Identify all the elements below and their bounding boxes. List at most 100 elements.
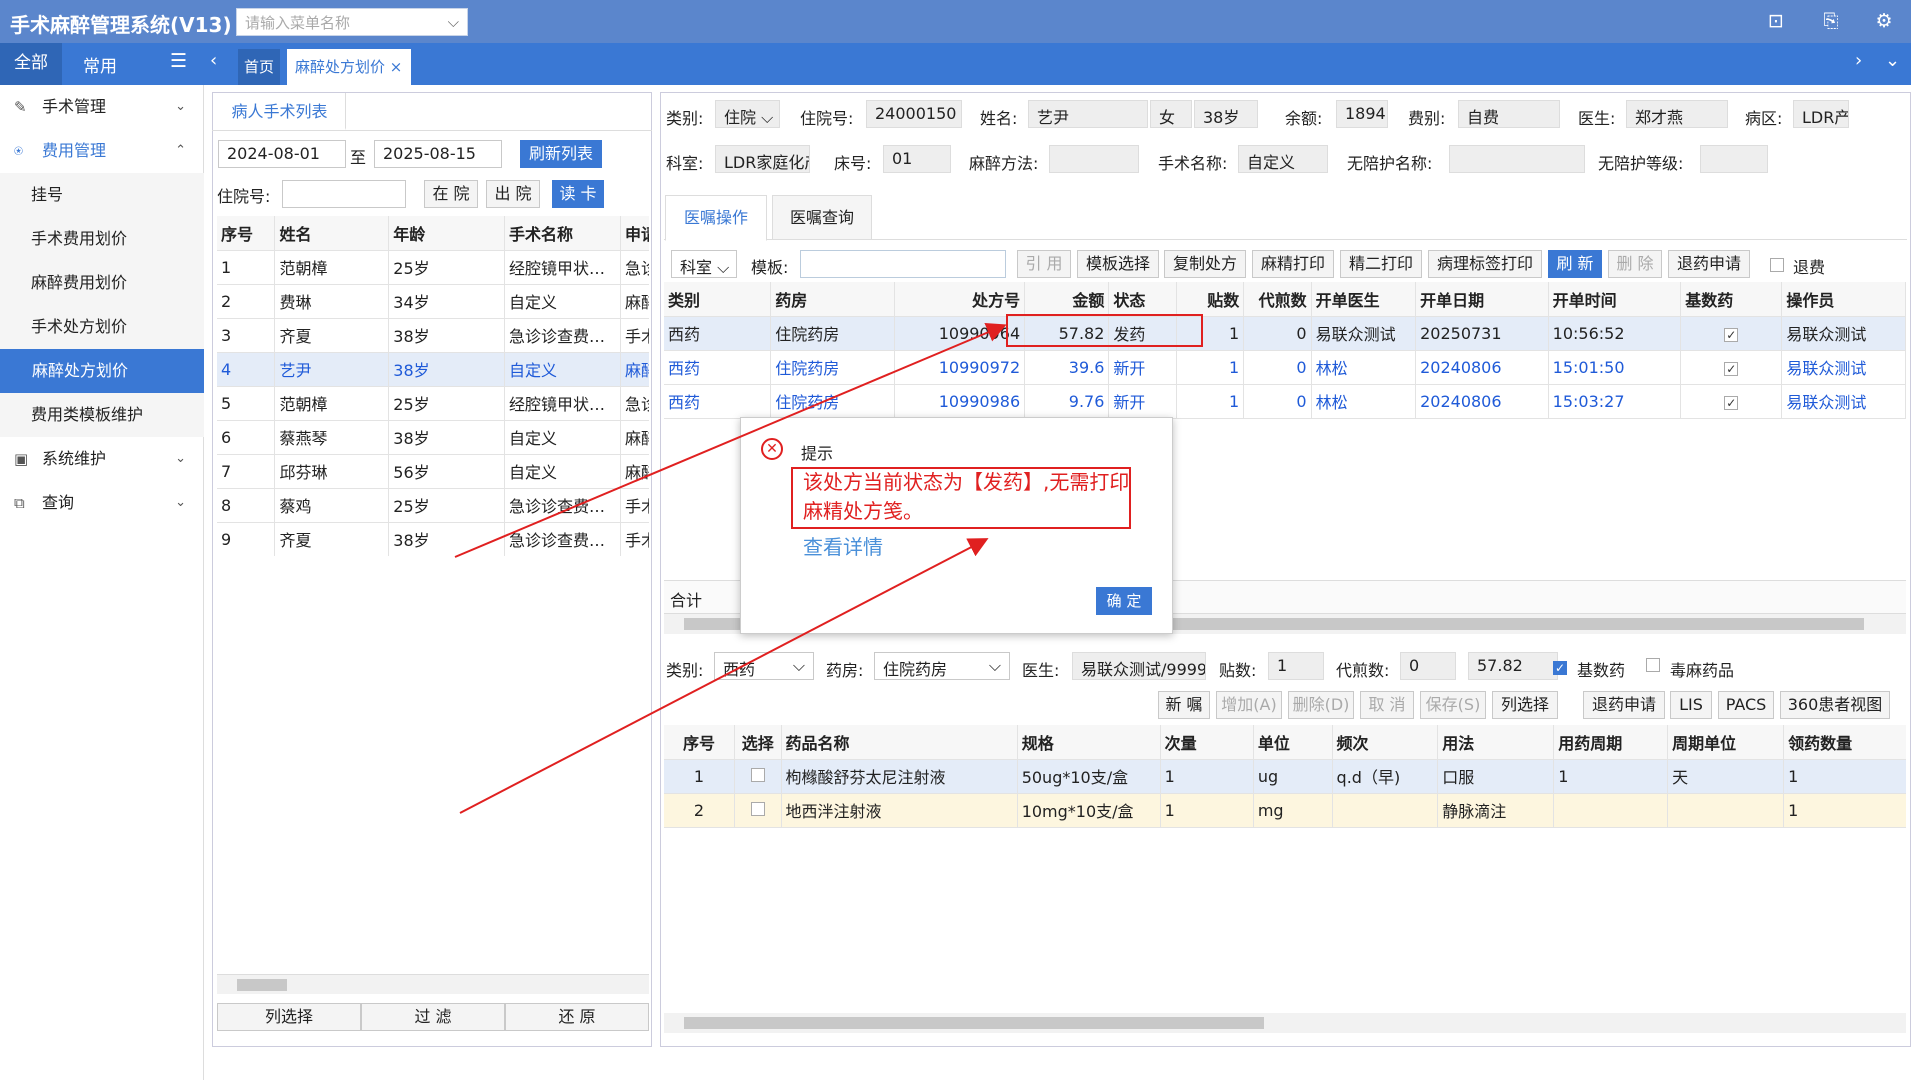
col-header[interactable]: 用法 [1437, 725, 1555, 760]
chevron-left-icon[interactable]: ‹ [210, 50, 217, 71]
table-row[interactable]: 6蔡燕琴38岁自定义麻醉 [217, 420, 649, 455]
chevron-right-icon[interactable]: › [1855, 50, 1862, 71]
col-header[interactable]: 类别 [664, 282, 772, 317]
refresh-list-button[interactable]: 刷新列表 [520, 140, 602, 168]
column-select-button[interactable]: 列选择 [1492, 691, 1558, 719]
view-detail-link[interactable]: 查看详情 [803, 531, 883, 560]
tab-common[interactable]: 常用 [83, 52, 117, 77]
patient-360-button[interactable]: 360患者视图 [1780, 691, 1890, 719]
basic-drug-checkbox[interactable]: ✓ [1553, 657, 1567, 676]
col-header[interactable]: 药房 [770, 282, 895, 317]
checkbox[interactable] [750, 801, 765, 816]
reset-button[interactable]: 还 原 [505, 1003, 649, 1031]
sidebar-item-surgery-rx[interactable]: 手术处方划价 [0, 305, 204, 349]
col-header[interactable]: 代煎数 [1243, 282, 1312, 317]
type-select[interactable]: 住院 ⌵ [715, 100, 780, 128]
template-input[interactable] [800, 250, 1006, 278]
table-cell[interactable] [734, 759, 782, 794]
tab-home[interactable]: 首页 [238, 49, 280, 85]
col-header[interactable]: 金额 [1024, 282, 1110, 317]
col-header[interactable]: 处方号 [894, 282, 1026, 317]
refund-checkbox[interactable] [1770, 257, 1784, 276]
add-button[interactable]: 增加(A) [1216, 691, 1282, 719]
table-row[interactable]: 西药 住院药房 10990964 57.82 发药 1 0 易联众测试 20250731 10:5… [664, 316, 1906, 351]
col-header[interactable]: 开单医生 [1311, 282, 1417, 317]
col-header[interactable]: 序号 [217, 216, 276, 251]
col-header[interactable]: 药品名称 [781, 725, 1018, 760]
table-row[interactable]: 3齐夏38岁急诊诊查费…手术 [217, 318, 649, 353]
sidebar-item-surgery[interactable]: ✎ 手术管理 ⌄ [0, 85, 204, 129]
copy-rx-button[interactable]: 复制处方 [1164, 250, 1246, 278]
tab-order-ops[interactable]: 医嘱操作 [665, 195, 767, 241]
pacs-button[interactable]: PACS [1718, 691, 1774, 719]
h-scrollbar[interactable] [664, 1013, 1906, 1033]
inpatient-no-input[interactable] [282, 180, 406, 208]
template-select-button[interactable]: 模板选择 [1077, 250, 1159, 278]
table-row[interactable]: 西药 住院药房 10990986 9.76 新开 1 0 林松 20240806 15:03:27… [664, 384, 1906, 419]
col-header[interactable]: 次量 [1160, 725, 1254, 760]
sidebar-item-fee[interactable]: ⍟ 费用管理 ⌃ [0, 129, 204, 173]
table-row[interactable]: 1 枸橼酸舒芬太尼注射液 50ug*10支/盒 1 ug q.d（早) 口服 1 天 1 [664, 759, 1906, 794]
sidebar-item-fee-template[interactable]: 费用类模板维护 [0, 393, 204, 437]
close-icon[interactable]: × [390, 58, 403, 76]
export-icon[interactable]: ⎘ [1820, 10, 1842, 32]
new-order-button[interactable]: 新 嘱 [1158, 691, 1210, 719]
tab-order-query[interactable]: 医嘱查询 [772, 195, 872, 240]
col-header[interactable]: 频次 [1332, 725, 1439, 760]
delete-row-button[interactable]: 删除(D) [1288, 691, 1354, 719]
col-header[interactable]: 开单时间 [1548, 282, 1682, 317]
col-header[interactable]: 领药数量 [1783, 725, 1906, 760]
sidebar-item-anes-rx[interactable]: 麻醉处方划价 [0, 349, 204, 393]
quote-button[interactable]: 引 用 [1017, 250, 1071, 278]
checkbox[interactable] [750, 767, 765, 782]
date-from-input[interactable]: 2024-08-01 [218, 140, 346, 168]
col-header[interactable]: 操作员 [1781, 282, 1906, 317]
table-row[interactable]: 5范朝樟25岁经腔镜甲状…急诊 [217, 386, 649, 421]
col-header[interactable]: 规格 [1017, 725, 1161, 760]
col-header[interactable]: 周期单位 [1667, 725, 1785, 760]
sidebar-item-anes-fee[interactable]: 麻醉费用划价 [0, 261, 204, 305]
lis-button[interactable]: LIS [1670, 691, 1712, 719]
col-header[interactable]: 申请 [620, 216, 649, 251]
delete-button[interactable]: 删 除 [1608, 250, 1662, 278]
col-header[interactable]: 开单日期 [1415, 282, 1549, 317]
table-row[interactable]: 2 地西泮注射液 10mg*10支/盒 1 mg 静脉滴注 1 [664, 793, 1906, 828]
dept-select[interactable]: 科室 ⌵ [671, 250, 737, 278]
narcotic-print-button[interactable]: 麻精打印 [1252, 250, 1334, 278]
col-header[interactable]: 贴数 [1176, 282, 1245, 317]
menu-toggle-icon[interactable]: ☰ [170, 50, 187, 72]
return-drug-request-button[interactable]: 退药申请 [1583, 691, 1665, 719]
table-row[interactable]: 9齐夏38岁急诊诊查费…手术 [217, 522, 649, 556]
gear-icon[interactable]: ⚙ [1873, 10, 1895, 32]
screen-icon[interactable]: ⊡ [1765, 10, 1787, 32]
return-drug-button[interactable]: 退药申请 [1668, 250, 1750, 278]
col-header[interactable]: 用药周期 [1553, 725, 1669, 760]
expand-icon[interactable]: ⌄ [1885, 50, 1900, 71]
in-hospital-button[interactable]: 在 院 [424, 180, 478, 208]
date-to-input[interactable]: 2025-08-15 [374, 140, 502, 168]
col-header[interactable]: 选择 [734, 725, 782, 760]
pathology-label-print-button[interactable]: 病理标签打印 [1428, 250, 1542, 278]
filter-button[interactable]: 过 滤 [361, 1003, 505, 1031]
col-header[interactable]: 手术名称 [504, 216, 621, 251]
tab-patient-list[interactable]: 病人手术列表 [214, 93, 346, 130]
pharmacy-select[interactable]: 住院药房 ⌵ [874, 652, 1010, 680]
refresh-button[interactable]: 刷 新 [1548, 250, 1602, 278]
col-header[interactable]: 年龄 [388, 216, 506, 251]
tab-all[interactable]: 全部 [0, 43, 62, 85]
toxic-drug-checkbox[interactable] [1646, 657, 1660, 676]
cancel-button[interactable]: 取 消 [1360, 691, 1414, 719]
col-header[interactable]: 单位 [1253, 725, 1333, 760]
ok-button[interactable]: 确 定 [1096, 587, 1152, 615]
table-row[interactable]: 7邱芬琳56岁自定义麻醉 [217, 454, 649, 489]
col-header[interactable]: 姓名 [274, 216, 390, 251]
drug-type-select[interactable]: 西药 ⌵ [714, 652, 814, 680]
psy2-print-button[interactable]: 精二打印 [1340, 250, 1422, 278]
discharged-button[interactable]: 出 院 [486, 180, 540, 208]
h-scrollbar[interactable] [217, 974, 649, 994]
table-cell[interactable] [734, 793, 782, 828]
sidebar-item-surgery-fee[interactable]: 手术费用划价 [0, 217, 204, 261]
table-row[interactable]: 4艺尹38岁自定义麻醉 [217, 352, 649, 387]
column-select-button[interactable]: 列选择 [217, 1003, 361, 1031]
col-header[interactable]: 序号 [664, 725, 735, 760]
